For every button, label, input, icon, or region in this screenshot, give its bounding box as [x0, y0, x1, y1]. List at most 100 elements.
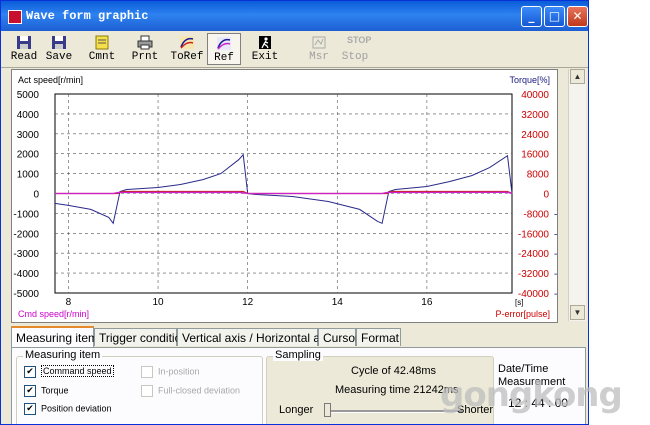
torque-checkbox[interactable]: ✔ Torque: [24, 385, 69, 397]
stop-label: Stop: [341, 51, 369, 63]
reference-icon: [217, 37, 231, 50]
cycle-text: Cycle of 42.48ms: [351, 365, 436, 377]
tab-cursor[interactable]: Cursor: [318, 328, 359, 346]
torque-tick-label: -200: [554, 229, 558, 240]
app-icon: [8, 10, 22, 24]
perror-tick-label: 0: [543, 190, 549, 201]
torque-axis-title: Torque[%]: [509, 75, 550, 85]
torque-tick-label: -500: [554, 289, 558, 300]
tab-format[interactable]: Format: [356, 328, 401, 346]
command-speed-label: Command speed: [41, 365, 114, 378]
position-deviation-label: Position deviation: [41, 403, 112, 414]
perror-tick-label: 24000: [521, 130, 549, 141]
in-position-label: In-position: [158, 366, 200, 377]
wave-form-window: Wave form graphic _ □ ✕ Read Save Cmnt P…: [0, 0, 589, 425]
checkbox-checked-icon: ✔: [24, 366, 36, 378]
print-button[interactable]: Prnt: [128, 33, 162, 65]
x-tick-label: 14: [332, 297, 344, 308]
y-tick-label: 5000: [17, 90, 40, 101]
window-title: Wave form graphic: [26, 9, 149, 23]
x-unit-label: [s]: [515, 298, 523, 307]
x-tick-label: 10: [152, 297, 164, 308]
torque-tick-label: 300: [557, 130, 558, 141]
y-tick-label: 4000: [17, 110, 40, 121]
exit-icon: [259, 36, 271, 49]
y-tick-label: 1000: [17, 170, 40, 181]
perror-tick-label: 8000: [527, 170, 550, 181]
torque-label: Torque: [41, 385, 69, 396]
stop-button[interactable]: STOP Stop: [338, 33, 372, 65]
perror-tick-label: -24000: [518, 249, 550, 260]
y-tick-label: -1000: [13, 209, 39, 220]
y-tick-label: 2000: [17, 150, 40, 161]
measuring-item-group-title: Measuring item: [23, 349, 103, 361]
torque-tick-label: 400: [557, 110, 558, 121]
date-time-label: Date/Time: [498, 363, 549, 375]
toolbar: Read Save Cmnt Prnt ToRef Ref Exit Msr S…: [1, 31, 588, 68]
settings-tabs: Measuring item Trigger condition Vertica…: [11, 326, 586, 348]
to-reference-button[interactable]: ToRef: [169, 33, 205, 65]
checkbox-checked-icon: ✔: [24, 385, 36, 397]
watermark-text: gongkong: [440, 375, 623, 415]
y-tick-label: -2000: [13, 229, 39, 240]
y-tick-label: 3000: [17, 130, 40, 141]
y-tick-label: -3000: [13, 249, 39, 260]
measure-button[interactable]: Msr: [302, 33, 336, 65]
y-tick-label: 0: [33, 190, 39, 201]
x-tick-label: 16: [421, 297, 433, 308]
waveform-chart[interactable]: 5000400005004000320004003000240003002000…: [11, 69, 558, 323]
torque-tick-label: 100: [557, 170, 558, 181]
torque-tick-label: 500: [557, 90, 558, 101]
exit-button[interactable]: Exit: [248, 33, 282, 65]
y-tick-label: -5000: [13, 289, 39, 300]
scroll-up-arrow-icon[interactable]: ▲: [570, 69, 585, 84]
floppy-icon: [52, 36, 66, 49]
to-reference-label: ToRef: [170, 51, 204, 63]
torque-tick-label: 200: [557, 150, 558, 161]
maximize-button[interactable]: □: [544, 6, 565, 27]
comment-label: Cmnt: [88, 51, 116, 63]
comment-button[interactable]: Cmnt: [85, 33, 119, 65]
read-label: Read: [10, 51, 38, 63]
reference-button[interactable]: Ref: [207, 33, 241, 65]
minimize-button[interactable]: _: [521, 6, 542, 27]
full-closed-deviation-label: Full-closed deviation: [158, 385, 241, 396]
measure-icon: [312, 36, 326, 49]
stop-icon: STOP: [347, 35, 372, 45]
torque-tick-label: -400: [554, 269, 558, 280]
perror-tick-label: 16000: [521, 150, 549, 161]
perror-axis-title: P-error[pulse]: [495, 309, 550, 319]
close-button[interactable]: ✕: [567, 6, 588, 27]
torque-tick-label: -300: [554, 249, 558, 260]
read-button[interactable]: Read: [7, 33, 41, 65]
command-speed-checkbox[interactable]: ✔ Command speed: [24, 365, 114, 378]
left-axis-bottom-title: Cmd speed[r/min]: [18, 309, 89, 319]
y-tick-label: -4000: [13, 269, 39, 280]
tab-vertical-horizontal-axis[interactable]: Vertical axis / Horizontal axis: [177, 328, 335, 346]
x-tick-label: 12: [242, 297, 254, 308]
full-closed-deviation-checkbox[interactable]: Full-closed deviation: [141, 385, 240, 397]
sampling-group-title: Sampling: [273, 349, 323, 361]
exit-label: Exit: [251, 51, 279, 63]
printer-icon: [137, 35, 153, 50]
measuring-item-group: Measuring item ✔ Command speed ✔ Torque ✔ P…: [16, 349, 263, 424]
save-label: Save: [45, 51, 73, 63]
floppy-icon: [17, 36, 31, 49]
perror-tick-label: 40000: [521, 90, 549, 101]
measure-label: Msr: [309, 51, 329, 63]
vertical-scrollbar[interactable]: ▲ ▼: [568, 69, 586, 321]
tab-trigger-condition[interactable]: Trigger condition: [94, 328, 188, 346]
left-axis-title: Act speed[r/min]: [18, 75, 83, 85]
position-deviation-checkbox[interactable]: ✔ Position deviation: [24, 403, 112, 415]
in-position-checkbox[interactable]: In-position: [141, 366, 200, 378]
torque-tick-label: -100: [554, 209, 558, 220]
scroll-down-arrow-icon[interactable]: ▼: [570, 305, 585, 320]
perror-tick-label: -8000: [523, 209, 549, 220]
print-label: Prnt: [131, 51, 159, 63]
title-bar[interactable]: Wave form graphic _ □ ✕: [1, 1, 588, 31]
tab-measuring-item[interactable]: Measuring item: [11, 326, 98, 348]
longer-label: Longer: [279, 404, 314, 416]
perror-tick-label: 32000: [521, 110, 549, 121]
sampling-slider-thumb[interactable]: [324, 403, 331, 417]
save-button[interactable]: Save: [42, 33, 76, 65]
